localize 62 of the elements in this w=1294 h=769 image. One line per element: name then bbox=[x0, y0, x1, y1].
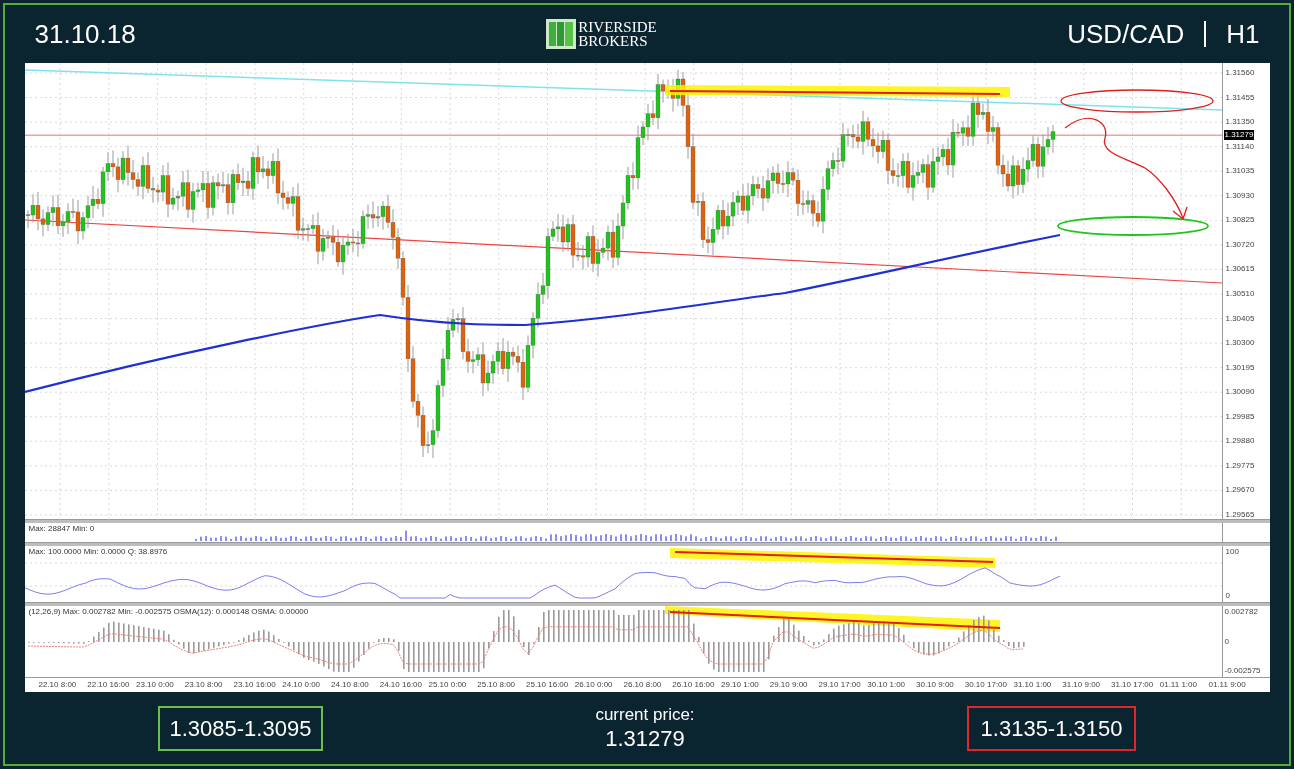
price-label: 1.29985 bbox=[1225, 411, 1255, 422]
price-label: 1.31140 bbox=[1225, 141, 1254, 152]
price-label: 1.29565 bbox=[1225, 510, 1255, 520]
current-price-value: 1.31279 bbox=[605, 724, 685, 753]
date-label: 31.10.18 bbox=[34, 17, 136, 51]
time-label: 23.10 8:00 bbox=[184, 680, 223, 690]
timeframe-label: H1 bbox=[1226, 17, 1260, 51]
price-label: 1.30090 bbox=[1225, 387, 1255, 398]
volume-header: Max: 28847 Min: 0 bbox=[28, 524, 95, 534]
price-label: 1.30720 bbox=[1225, 239, 1255, 250]
price-label: 1.30405 bbox=[1225, 313, 1255, 324]
axis-label: 0 bbox=[1224, 636, 1230, 647]
price-label: 1.30300 bbox=[1225, 338, 1255, 349]
time-label: 25.10 16:00 bbox=[526, 680, 569, 690]
time-label: 31.10 9:00 bbox=[1062, 680, 1101, 690]
price-label: 1.30930 bbox=[1225, 190, 1255, 201]
axis-label: -0.002575 bbox=[1224, 666, 1262, 676]
time-label: 26.10 16:00 bbox=[672, 680, 715, 690]
time-label: 01.11 1:00 bbox=[1159, 680, 1197, 690]
time-label: 30.10 9:00 bbox=[916, 680, 954, 690]
time-label: 22.10 16:00 bbox=[87, 680, 130, 690]
time-label: 23.10 16:00 bbox=[233, 680, 276, 690]
price-label: 1.30825 bbox=[1225, 215, 1255, 226]
price-label: 1.31035 bbox=[1225, 166, 1255, 177]
time-label: 25.10 0:00 bbox=[428, 680, 467, 690]
axis-label: 0.002782 bbox=[1224, 607, 1259, 617]
price-label: 1.31455 bbox=[1225, 92, 1255, 103]
support-range: 1.3085-1.3095 bbox=[157, 705, 324, 751]
brand-logo: RIVERSIDE BROKERS bbox=[546, 19, 657, 49]
time-label: 01.11 9:00 bbox=[1208, 680, 1246, 690]
time-label: 24.10 8:00 bbox=[331, 680, 369, 690]
time-label: 22.10 8:00 bbox=[38, 680, 77, 690]
price-label: 1.31560 bbox=[1225, 68, 1255, 78]
time-label: 25.10 8:00 bbox=[477, 680, 516, 690]
price-label: 1.30510 bbox=[1225, 289, 1255, 299]
time-label: 24.10 0:00 bbox=[282, 680, 321, 690]
axis-label: 0 bbox=[1225, 591, 1231, 601]
price-label: 1.29880 bbox=[1225, 436, 1255, 447]
current-price-caption: current price: bbox=[595, 703, 695, 725]
price-label: 1.31350 bbox=[1225, 117, 1255, 128]
logo-icon bbox=[546, 19, 577, 49]
time-label: 29.10 1:00 bbox=[721, 680, 759, 690]
time-label: 30.10 1:00 bbox=[867, 680, 906, 690]
time-label: 30.10 17:00 bbox=[964, 680, 1007, 690]
time-label: 26.10 8:00 bbox=[623, 680, 662, 690]
oscillator-header: Max: 100.0000 Min: 0.0000 Q: 38.8976 bbox=[28, 547, 168, 557]
time-label: 29.10 9:00 bbox=[769, 680, 808, 690]
price-label: 1.29670 bbox=[1225, 485, 1255, 496]
time-label: 23.10 0:00 bbox=[136, 680, 174, 690]
price-label: 1.30615 bbox=[1225, 264, 1255, 275]
time-label: 29.10 17:00 bbox=[818, 680, 861, 690]
current-price-tag: 1.31279 bbox=[1223, 130, 1255, 141]
macd-header: (12,26,9) Max: 0.002782 Min: -0.002575 OSMA(12): 0.000148 OSMA: 0.00000 bbox=[28, 607, 309, 617]
price-label: 1.30195 bbox=[1225, 362, 1255, 373]
time-label: 26.10 0:00 bbox=[574, 680, 613, 690]
time-label: 31.10 17:00 bbox=[1111, 680, 1154, 690]
resistance-range: 1.3135-1.3150 bbox=[966, 705, 1137, 751]
time-label: 24.10 16:00 bbox=[379, 680, 422, 690]
symbol-label: USD/CAD bbox=[1067, 17, 1185, 51]
time-label: 31.10 1:00 bbox=[1013, 680, 1052, 690]
axis-label: 100 bbox=[1225, 547, 1240, 557]
price-label: 1.29775 bbox=[1225, 460, 1255, 471]
